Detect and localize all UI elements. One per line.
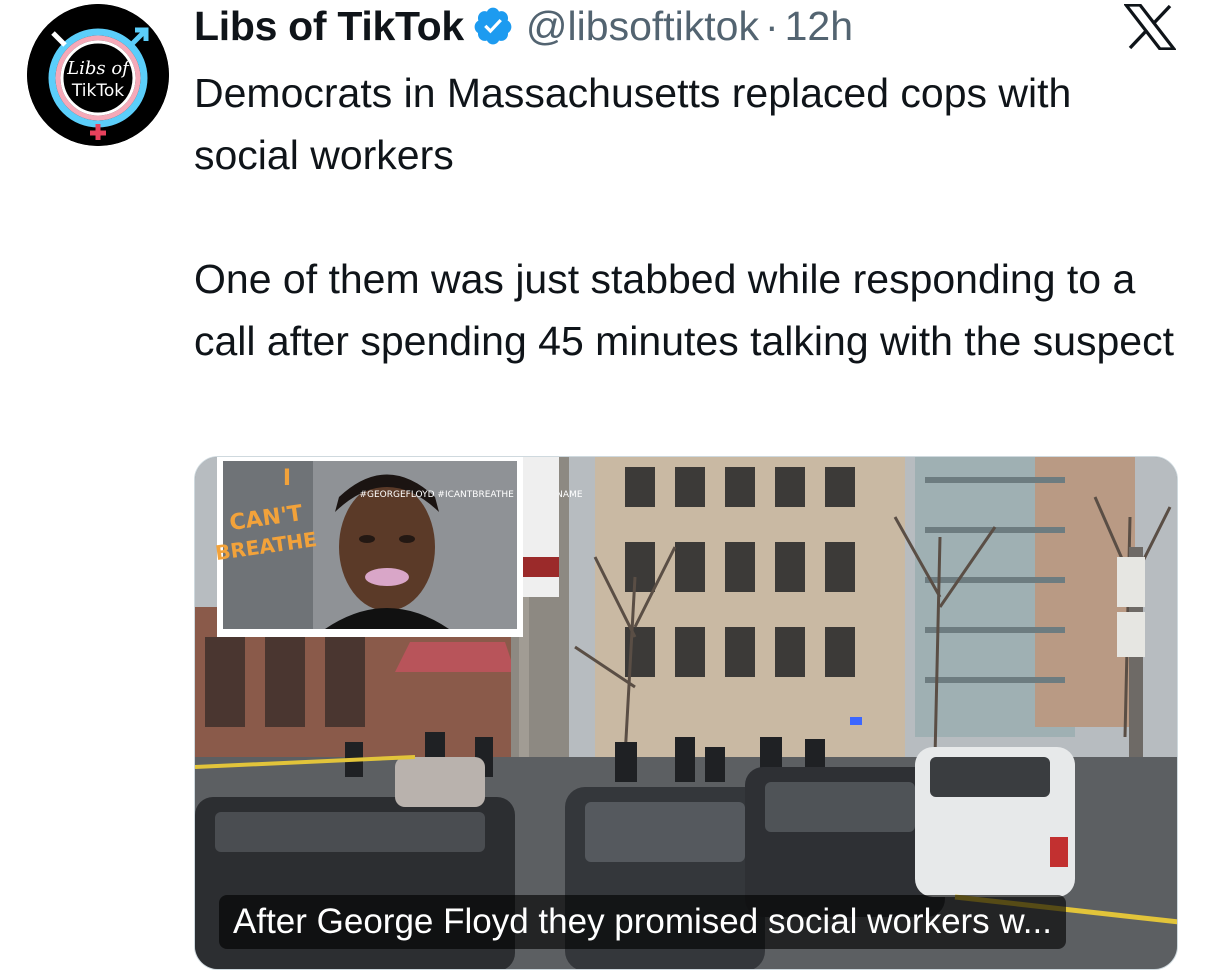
inset-text-1: I xyxy=(283,466,291,491)
tweet-header: Libs of TikTok @libsoftiktok · 12h xyxy=(194,0,853,52)
x-logo-icon[interactable] xyxy=(1122,3,1178,51)
tweet-media-photo[interactable]: I CAN'T BREATHE #GEORGEFLOYD #ICANTBREAT… xyxy=(194,456,1178,970)
tweet-body: Democrats in Massachusetts replaced cops… xyxy=(194,62,1174,372)
tweet-paragraph-2: One of them was just stabbed while respo… xyxy=(194,256,1174,364)
author-handle[interactable]: @libsoftiktok xyxy=(526,3,759,50)
tweet-card: Libs of TikTok Libs of TikTok @libsoftik… xyxy=(0,0,1206,976)
header-separator: · xyxy=(764,2,779,49)
scene-photo: I CAN'T BREATHE #GEORGEFLOYD #ICANTBREAT… xyxy=(195,457,1177,969)
media-caption: After George Floyd they promised social … xyxy=(219,895,1066,949)
author-display-name[interactable]: Libs of TikTok xyxy=(194,3,464,50)
profile-avatar[interactable]: Libs of TikTok xyxy=(27,4,169,146)
tweet-paragraph-1: Democrats in Massachusetts replaced cops… xyxy=(194,70,1072,178)
avatar-text-1: Libs of xyxy=(66,58,132,79)
avatar-text-2: TikTok xyxy=(71,81,124,101)
verified-badge-icon xyxy=(472,5,514,47)
tweet-timestamp[interactable]: 12h xyxy=(785,3,853,50)
